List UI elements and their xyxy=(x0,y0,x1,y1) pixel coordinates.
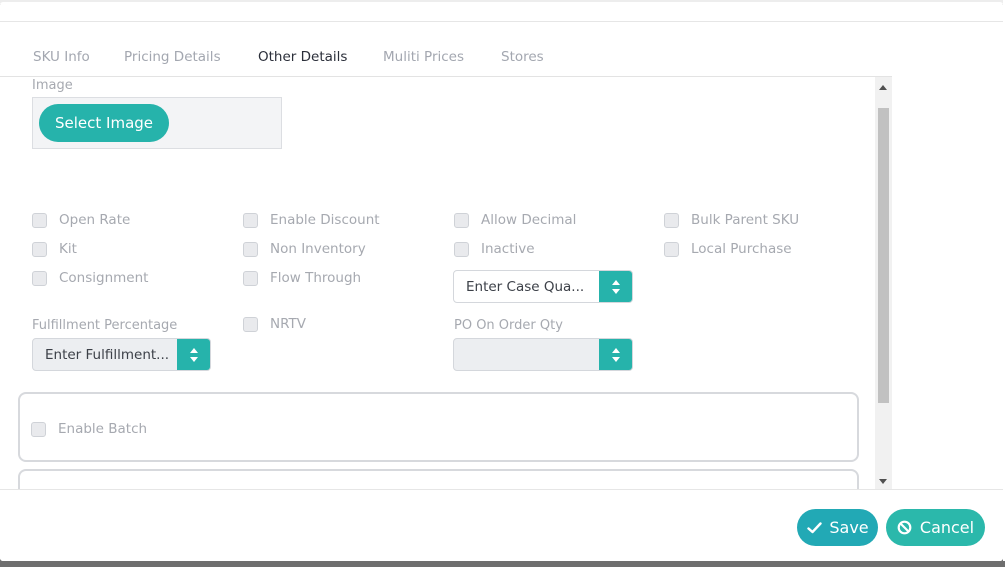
tab-sku-info[interactable]: SKU Info xyxy=(33,49,90,65)
checkbox-box[interactable] xyxy=(32,212,47,228)
fulfillment-percentage-stepper[interactable] xyxy=(177,339,210,370)
checkbox-label: NRTV xyxy=(270,316,306,332)
scroll-thumb[interactable] xyxy=(878,108,889,403)
checkbox-label: Local Purchase xyxy=(691,241,792,257)
tab-stores[interactable]: Stores xyxy=(501,49,544,65)
decrement-arrow-icon[interactable] xyxy=(189,356,198,362)
enable-batch-checkbox[interactable]: Enable Batch xyxy=(31,421,147,437)
tab-bar: SKU Info Pricing Details Other Details M… xyxy=(0,22,892,77)
case-quantity-placeholder[interactable]: Enter Case Qua... xyxy=(454,279,599,295)
batch-panel: Enable Batch xyxy=(18,392,859,462)
edit-sku-modal: SKU Info Pricing Details Other Details M… xyxy=(0,2,1003,561)
kit-checkbox[interactable]: Kit xyxy=(32,241,77,257)
fulfillment-percentage-label: Fulfillment Percentage xyxy=(32,318,178,333)
other-details-panel: Image Select Image Open Rate Enable Disc… xyxy=(0,77,875,490)
checkbox-label: Bulk Parent SKU xyxy=(691,212,800,228)
flow-through-checkbox[interactable]: Flow Through xyxy=(243,270,361,286)
case-quantity-stepper[interactable] xyxy=(599,271,632,302)
open-rate-checkbox[interactable]: Open Rate xyxy=(32,212,130,228)
tab-other-details[interactable]: Other Details xyxy=(258,49,347,65)
checkbox-label: Open Rate xyxy=(59,212,131,228)
fulfillment-percentage-input[interactable]: Enter Fulfillment... xyxy=(32,338,211,371)
checkbox-label: Flow Through xyxy=(270,270,362,286)
checkbox-label: Non Inventory xyxy=(270,241,366,257)
image-label: Image xyxy=(32,78,73,93)
inactive-checkbox[interactable]: Inactive xyxy=(454,241,535,257)
increment-arrow-icon[interactable] xyxy=(189,347,198,353)
fulfillment-percentage-placeholder[interactable]: Enter Fulfillment... xyxy=(33,347,177,363)
scroll-down-icon[interactable] xyxy=(879,479,887,484)
checkbox-label: Enable Discount xyxy=(270,212,380,228)
check-icon xyxy=(806,520,822,536)
po-on-order-qty-stepper[interactable] xyxy=(599,339,632,370)
checkbox-box[interactable] xyxy=(32,241,47,257)
checkbox-box[interactable] xyxy=(31,421,46,437)
checkbox-box[interactable] xyxy=(454,212,469,228)
po-on-order-qty-input[interactable] xyxy=(453,338,633,371)
increment-arrow-icon[interactable] xyxy=(611,279,620,285)
backdrop-overlay xyxy=(0,561,1005,567)
content-scrollbar[interactable] xyxy=(875,77,892,490)
secondary-panel xyxy=(18,469,859,490)
checkbox-box[interactable] xyxy=(664,241,679,257)
decrement-arrow-icon[interactable] xyxy=(611,288,620,294)
checkbox-label: Kit xyxy=(59,241,77,257)
tab-multi-prices[interactable]: Muliti Prices xyxy=(383,49,464,65)
modal-header xyxy=(0,2,1003,22)
cancel-label: Cancel xyxy=(919,518,975,537)
checkbox-box[interactable] xyxy=(243,270,258,286)
scroll-up-icon[interactable] xyxy=(879,85,887,90)
save-button[interactable]: Save xyxy=(797,509,878,546)
consignment-checkbox[interactable]: Consignment xyxy=(32,270,148,286)
tab-pricing-details[interactable]: Pricing Details xyxy=(124,49,221,65)
non-inventory-checkbox[interactable]: Non Inventory xyxy=(243,241,366,257)
local-purchase-checkbox[interactable]: Local Purchase xyxy=(664,241,792,257)
checkbox-label: Consignment xyxy=(59,270,149,286)
decrement-arrow-icon[interactable] xyxy=(611,356,620,362)
enable-discount-checkbox[interactable]: Enable Discount xyxy=(243,212,380,228)
po-on-order-qty-label: PO On Order Qty xyxy=(454,318,563,333)
checkbox-box[interactable] xyxy=(454,241,469,257)
ban-icon xyxy=(897,520,913,536)
allow-decimal-checkbox[interactable]: Allow Decimal xyxy=(454,212,576,228)
bulk-parent-sku-checkbox[interactable]: Bulk Parent SKU xyxy=(664,212,799,228)
increment-arrow-icon[interactable] xyxy=(611,347,620,353)
checkbox-box[interactable] xyxy=(664,212,679,228)
nrtv-checkbox[interactable]: NRTV xyxy=(243,316,306,332)
checkbox-box[interactable] xyxy=(243,241,258,257)
checkbox-box[interactable] xyxy=(243,212,258,228)
case-quantity-input[interactable]: Enter Case Qua... xyxy=(453,270,633,303)
modal-footer: Save Cancel xyxy=(0,489,1003,561)
cancel-button[interactable]: Cancel xyxy=(886,509,985,546)
checkbox-label: Enable Batch xyxy=(58,421,148,437)
checkbox-label: Inactive xyxy=(481,241,535,257)
save-label: Save xyxy=(829,518,869,537)
checkbox-box[interactable] xyxy=(243,316,258,332)
image-dropzone: Select Image xyxy=(32,97,282,149)
select-image-button[interactable]: Select Image xyxy=(39,104,169,142)
checkbox-box[interactable] xyxy=(32,270,47,286)
checkbox-label: Allow Decimal xyxy=(481,212,577,228)
